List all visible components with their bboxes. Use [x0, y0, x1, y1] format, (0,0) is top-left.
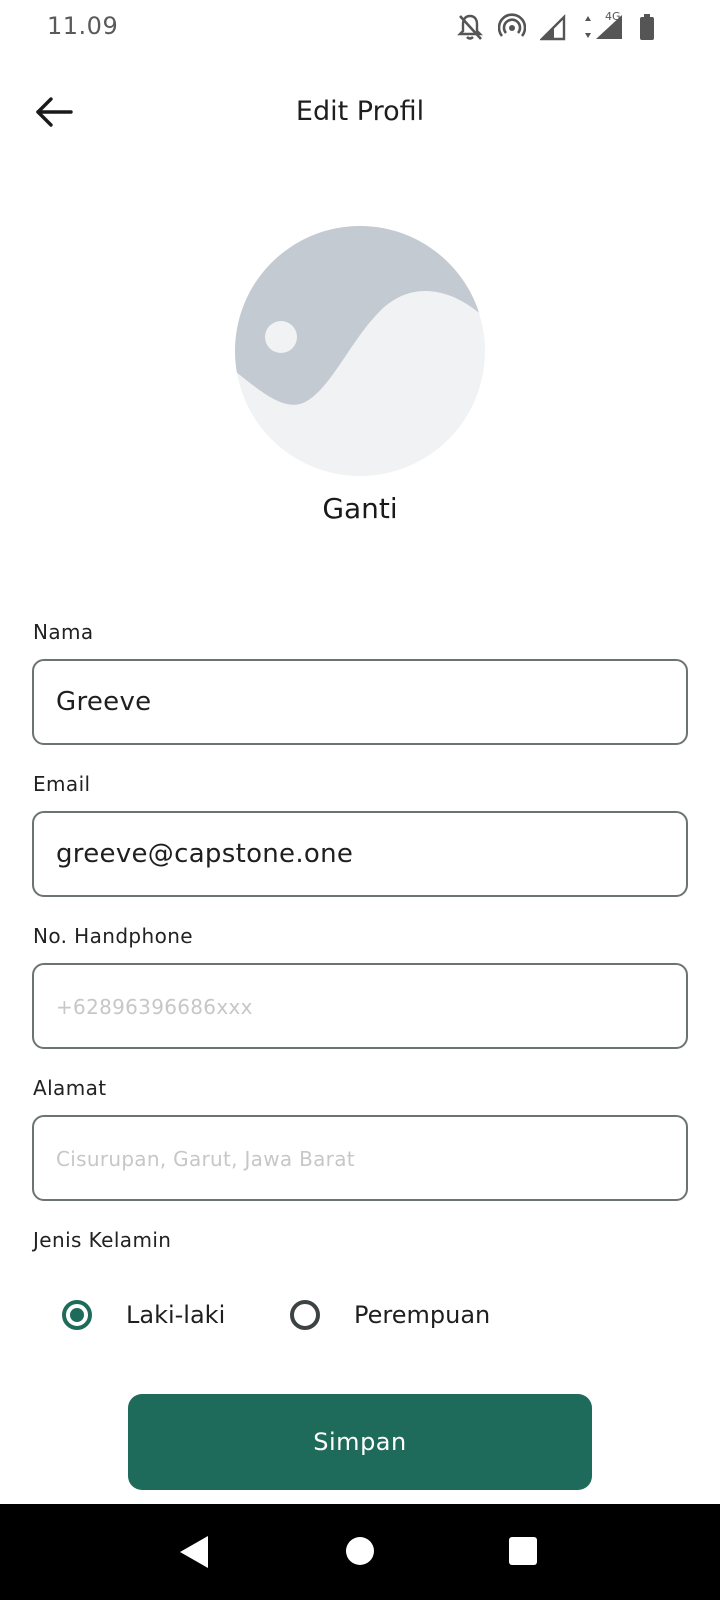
- save-button[interactable]: Simpan: [128, 1394, 592, 1490]
- avatar[interactable]: [235, 226, 485, 476]
- signal-4g-icon: 4G: [580, 10, 624, 42]
- recents-square-icon[interactable]: [508, 1536, 538, 1570]
- name-field: [32, 659, 688, 745]
- home-circle-icon[interactable]: [345, 1536, 375, 1570]
- email-field: [32, 811, 688, 897]
- address-label: Alamat: [33, 1076, 107, 1100]
- status-time: 11.09: [47, 12, 119, 40]
- page-title: Edit Profil: [295, 96, 425, 127]
- radio-option-female[interactable]: Perempuan: [290, 1292, 490, 1338]
- radio-label-male: Laki-laki: [126, 1301, 226, 1329]
- system-nav-bar: [0, 1504, 720, 1600]
- phone-label: No. Handphone: [33, 924, 194, 948]
- address-input[interactable]: [56, 1117, 666, 1199]
- radio-button-female[interactable]: [290, 1300, 320, 1330]
- address-field: [32, 1115, 688, 1201]
- radio-button-male[interactable]: [62, 1300, 92, 1330]
- gender-label: Jenis Kelamin: [33, 1228, 172, 1252]
- battery-icon: [638, 12, 656, 42]
- hotspot-icon: [498, 12, 526, 42]
- status-bar: 11.09 4G: [0, 0, 720, 56]
- signal-icon: [540, 12, 566, 42]
- name-label: Nama: [33, 620, 94, 644]
- network-type-label: 4G: [605, 10, 621, 23]
- phone-input[interactable]: [56, 965, 666, 1047]
- status-icons: 4G: [456, 10, 656, 42]
- phone-field: [32, 963, 688, 1049]
- app-bar: Edit Profil: [0, 70, 720, 156]
- email-input[interactable]: [56, 813, 666, 895]
- radio-option-male[interactable]: Laki-laki: [62, 1292, 225, 1338]
- back-triangle-icon[interactable]: [178, 1534, 210, 1574]
- radio-label-female: Perempuan: [354, 1301, 491, 1329]
- change-photo-button[interactable]: Ganti: [0, 492, 720, 525]
- name-input[interactable]: [56, 661, 666, 743]
- edit-profile-screen: 11.09 4G Edit Profil Ganti Nama Greeve E…: [0, 0, 720, 1600]
- image-placeholder-icon: [235, 226, 485, 476]
- notifications-off-icon: [456, 12, 484, 42]
- email-label: Email: [33, 772, 91, 796]
